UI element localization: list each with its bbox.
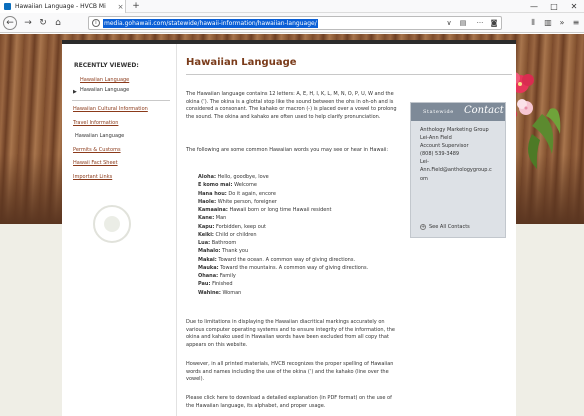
statewide-contact-box: Statewide Contact Anthology Marketing Gr… <box>410 102 506 238</box>
list-item: E komo mai: Welcome <box>198 182 257 189</box>
contact-header: Statewide Contact <box>411 103 505 121</box>
contact-email-line-2[interactable]: Ann.Field@anthologygroup.c <box>420 166 502 174</box>
new-tab-button[interactable]: + <box>130 0 142 13</box>
statewide-label: Statewide <box>423 109 454 115</box>
minimize-button[interactable]: — <box>524 0 544 13</box>
reload-icon[interactable]: ↻ <box>36 16 50 30</box>
list-item: Keiki: Child or children <box>198 231 257 238</box>
page-title: Hawaiian Language <box>186 57 297 68</box>
menu-icon[interactable]: ≡ <box>569 16 583 30</box>
contact-email-line-3[interactable]: om <box>420 175 502 183</box>
sidebar-link-hawaiian-language[interactable]: Hawaiian Language <box>75 133 124 139</box>
sidebar-link-important-links[interactable]: Important Links <box>73 174 112 180</box>
list-item: Kapu: Forbidden, keep out <box>198 223 266 230</box>
list-item: Hana hou: Do it again, encore <box>198 190 276 197</box>
printed-materials-paragraph: However, in all printed materials, HVCB … <box>186 361 394 382</box>
sidebar: RECENTLY VIEWED: Hawaiian Language ▶ Haw… <box>62 44 177 416</box>
list-item: Kane: Man <box>198 215 227 222</box>
see-all-contacts-label: See All Contacts <box>429 224 470 230</box>
sidebar-link-fact-sheet[interactable]: Hawaii Fact Sheet <box>73 160 118 166</box>
word-list: Aloha: Hello, goodbye, love E komo mai: … <box>198 173 398 297</box>
main-content: Hawaiian Language The Hawaiian language … <box>186 44 512 416</box>
list-item: Pau: Finished <box>198 281 233 288</box>
address-bar[interactable]: i media.gohawaii.com/statewide/hawaii-in… <box>88 16 502 30</box>
library-icon[interactable]: ⫴ <box>526 16 540 30</box>
list-item: Aloha: Hello, goodbye, love <box>198 174 269 180</box>
reader-icon[interactable]: ▤ <box>457 18 469 29</box>
title-divider <box>186 74 512 75</box>
contact-role: Account Supervisor <box>420 143 469 150</box>
list-item: Lua: Bathroom <box>198 240 237 246</box>
recent-link-hawaiian-language[interactable]: Hawaiian Language <box>80 77 129 83</box>
sidebar-link-cultural-information[interactable]: Hawaiian Cultural Information <box>73 106 148 112</box>
intro-paragraph: The Hawaiian language contains 12 letter… <box>186 91 397 120</box>
tab-bar: Hawaiian Language - HVCB Mi × + — □ ✕ <box>0 0 584 13</box>
hibiscus-watermark-icon <box>93 205 131 243</box>
more-icon[interactable]: ··· <box>474 18 486 29</box>
contact-email-line-1[interactable]: Lei- <box>420 158 502 166</box>
sidebar-divider <box>72 100 170 101</box>
window-close-button[interactable]: ✕ <box>564 0 584 13</box>
list-item: Kamaaina: Hawaii born or long time Hawai… <box>198 207 332 213</box>
home-icon[interactable]: ⌂ <box>51 16 65 30</box>
contact-company: Anthology Marketing Group <box>420 127 489 133</box>
content-card: RECENTLY VIEWED: Hawaiian Language ▶ Haw… <box>62 40 516 416</box>
current-arrow-icon: ▶ <box>73 89 77 95</box>
list-item: Haole: White person, foreigner <box>198 198 277 205</box>
download-paragraph[interactable]: Please click here to download a detailed… <box>186 395 401 410</box>
url-text[interactable]: media.gohawaii.com/statewide/hawaii-info… <box>103 19 318 28</box>
dropdown-icon[interactable]: ∨ <box>443 18 455 29</box>
back-icon[interactable]: ← <box>3 16 17 30</box>
list-item: Mauka: Toward the mountains. A common wa… <box>198 264 369 271</box>
browser-tab[interactable]: Hawaiian Language - HVCB Mi × <box>0 0 126 13</box>
list-item: Mahalo: Thank you <box>198 248 249 255</box>
contact-label: Contact <box>464 105 504 116</box>
recent-current-hawaiian-language[interactable]: Hawaiian Language <box>80 87 129 93</box>
maximize-button[interactable]: □ <box>544 0 564 13</box>
info-icon[interactable]: i <box>92 19 100 27</box>
list-item: Ohana: Family <box>198 273 236 279</box>
sidebar-link-permits-customs[interactable]: Permits & Customs <box>73 147 121 153</box>
contact-name: Lei-Ann Field <box>420 135 452 142</box>
contact-details: Anthology Marketing Group Lei-Ann Field … <box>420 126 502 183</box>
recently-viewed-heading: RECENTLY VIEWED: <box>74 62 139 69</box>
overflow-icon[interactable]: » <box>555 16 569 30</box>
list-item: Wahine: Woman <box>198 289 242 296</box>
web-page: RECENTLY VIEWED: Hawaiian Language ▶ Haw… <box>0 34 584 416</box>
sidebar-link-travel-information[interactable]: Travel Information <box>73 120 118 126</box>
list-item: Makai: Toward the ocean. A common way of… <box>198 256 356 263</box>
tab-title: Hawaiian Language - HVCB Mi <box>15 3 106 10</box>
forward-icon[interactable]: → <box>21 16 35 30</box>
see-all-contacts-link[interactable]: + See All Contacts <box>420 224 470 230</box>
sidebar-icon[interactable]: ▥ <box>541 16 555 30</box>
contact-phone: (808) 539-3489 <box>420 151 460 158</box>
limitations-paragraph: Due to limitations in displaying the Haw… <box>186 319 395 348</box>
plus-circle-icon: + <box>420 224 426 230</box>
navigation-bar: ← → ↻ ⌂ i media.gohawaii.com/statewide/h… <box>0 13 584 33</box>
site-favicon-icon <box>4 3 11 10</box>
lead-paragraph: The following are some common Hawaiian w… <box>186 147 389 153</box>
tab-close-icon[interactable]: × <box>116 3 125 11</box>
pocket-icon[interactable]: ◙ <box>488 18 500 29</box>
